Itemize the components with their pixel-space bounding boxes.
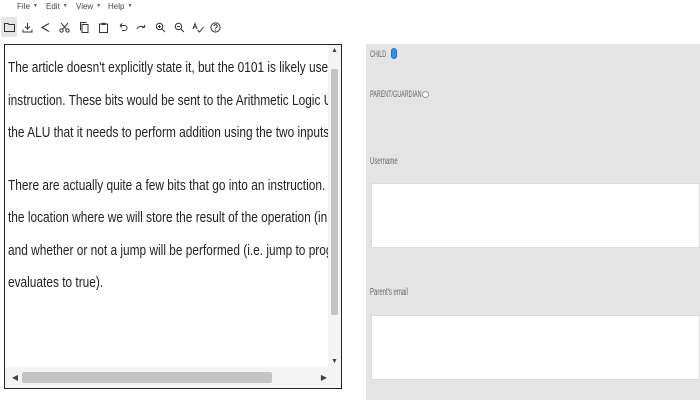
- scroll-right-arrow-icon[interactable]: ▶: [318, 367, 330, 388]
- help-button[interactable]: [207, 17, 223, 37]
- editor-line: and whether or not a jump will be perfor…: [8, 242, 330, 259]
- download-button[interactable]: [19, 17, 35, 37]
- vertical-scrollbar[interactable]: ▲ ▼: [328, 45, 341, 367]
- scroll-left-arrow-icon[interactable]: ◀: [9, 367, 21, 388]
- parent-radio[interactable]: [421, 90, 429, 98]
- toolbar: [0, 17, 240, 37]
- registration-panel: CHILD PARENT/GUARDIAN Username Parent's …: [366, 44, 700, 400]
- redo-icon: [136, 24, 145, 29]
- parents-email-label: Parent's email: [370, 287, 408, 298]
- editor-line: instruction. These bits would be sent to…: [8, 92, 330, 109]
- scissors-icon: [58, 22, 70, 33]
- paste-button[interactable]: [95, 17, 111, 37]
- scroll-down-arrow-icon[interactable]: ▼: [328, 356, 341, 367]
- question-icon: [209, 21, 221, 33]
- editor-line: evaluates to true).: [8, 275, 104, 291]
- spell-check-icon: [192, 21, 204, 33]
- vertical-scroll-thumb[interactable]: [331, 69, 338, 315]
- scroll-up-arrow-icon[interactable]: ▲: [328, 45, 341, 56]
- role-option-parent[interactable]: PARENT/GUARDIAN: [370, 89, 429, 99]
- download-icon: [22, 22, 32, 32]
- horizontal-scrollbar[interactable]: ◀ ▶: [5, 367, 341, 388]
- spell-check-button[interactable]: [190, 17, 206, 37]
- editor-content[interactable]: The article doesn't explicitly state it,…: [8, 52, 330, 367]
- username-field[interactable]: [371, 183, 700, 248]
- chevron-down-icon: ▼: [62, 3, 68, 9]
- role-parent-label: PARENT/GUARDIAN: [370, 89, 422, 99]
- menu-bar: File ▼ Edit ▼ View ▼ Help ▼: [0, 0, 700, 13]
- editor-line: the ALU that it needs to perform additio…: [8, 125, 330, 141]
- menu-help[interactable]: Help ▼: [108, 0, 132, 13]
- menu-edit-label: Edit: [46, 2, 60, 11]
- redo-button[interactable]: [133, 17, 149, 37]
- username-label: Username: [370, 156, 398, 167]
- role-option-child[interactable]: CHILD: [370, 48, 398, 59]
- menu-edit[interactable]: Edit ▼: [46, 0, 68, 13]
- editor-paragraph-2: There are actually quite a few bits that…: [8, 170, 330, 300]
- child-radio[interactable]: [391, 48, 398, 59]
- menu-file-label: File: [17, 2, 30, 11]
- editor-line: There are actually quite a few bits that…: [8, 177, 330, 194]
- share-icon: [40, 22, 49, 32]
- new-file-button[interactable]: [1, 17, 17, 37]
- folder-icon: [3, 23, 15, 32]
- menu-help-label: Help: [108, 2, 125, 11]
- clipboard-icon: [98, 22, 108, 33]
- text-editor[interactable]: The article doesn't explicitly state it,…: [4, 44, 342, 389]
- menu-file[interactable]: File ▼: [17, 0, 38, 13]
- zoom-out-icon: [174, 22, 184, 32]
- copy-icon: [79, 21, 88, 33]
- share-button[interactable]: [37, 17, 53, 37]
- editor-line: The article doesn't explicitly state it,…: [8, 60, 330, 76]
- zoom-in-icon: [155, 22, 165, 32]
- parents-email-field[interactable]: [371, 315, 700, 380]
- horizontal-scroll-thumb[interactable]: [22, 372, 272, 383]
- cut-button[interactable]: [56, 17, 72, 37]
- chevron-down-icon: ▼: [96, 3, 102, 9]
- editor-line: the location where we will store the res…: [8, 210, 330, 226]
- editor-paragraph-1: The article doesn't explicitly state it,…: [8, 52, 330, 150]
- undo-icon: [119, 22, 127, 31]
- chevron-down-icon: ▼: [127, 3, 133, 9]
- copy-button[interactable]: [76, 17, 92, 37]
- role-child-label: CHILD: [370, 48, 387, 59]
- zoom-in-button[interactable]: [152, 17, 168, 37]
- zoom-out-button[interactable]: [171, 17, 187, 37]
- undo-button[interactable]: [114, 17, 130, 37]
- chevron-down-icon: ▼: [32, 3, 38, 9]
- menu-view-label: View: [76, 2, 94, 11]
- menu-view[interactable]: View ▼: [76, 0, 101, 13]
